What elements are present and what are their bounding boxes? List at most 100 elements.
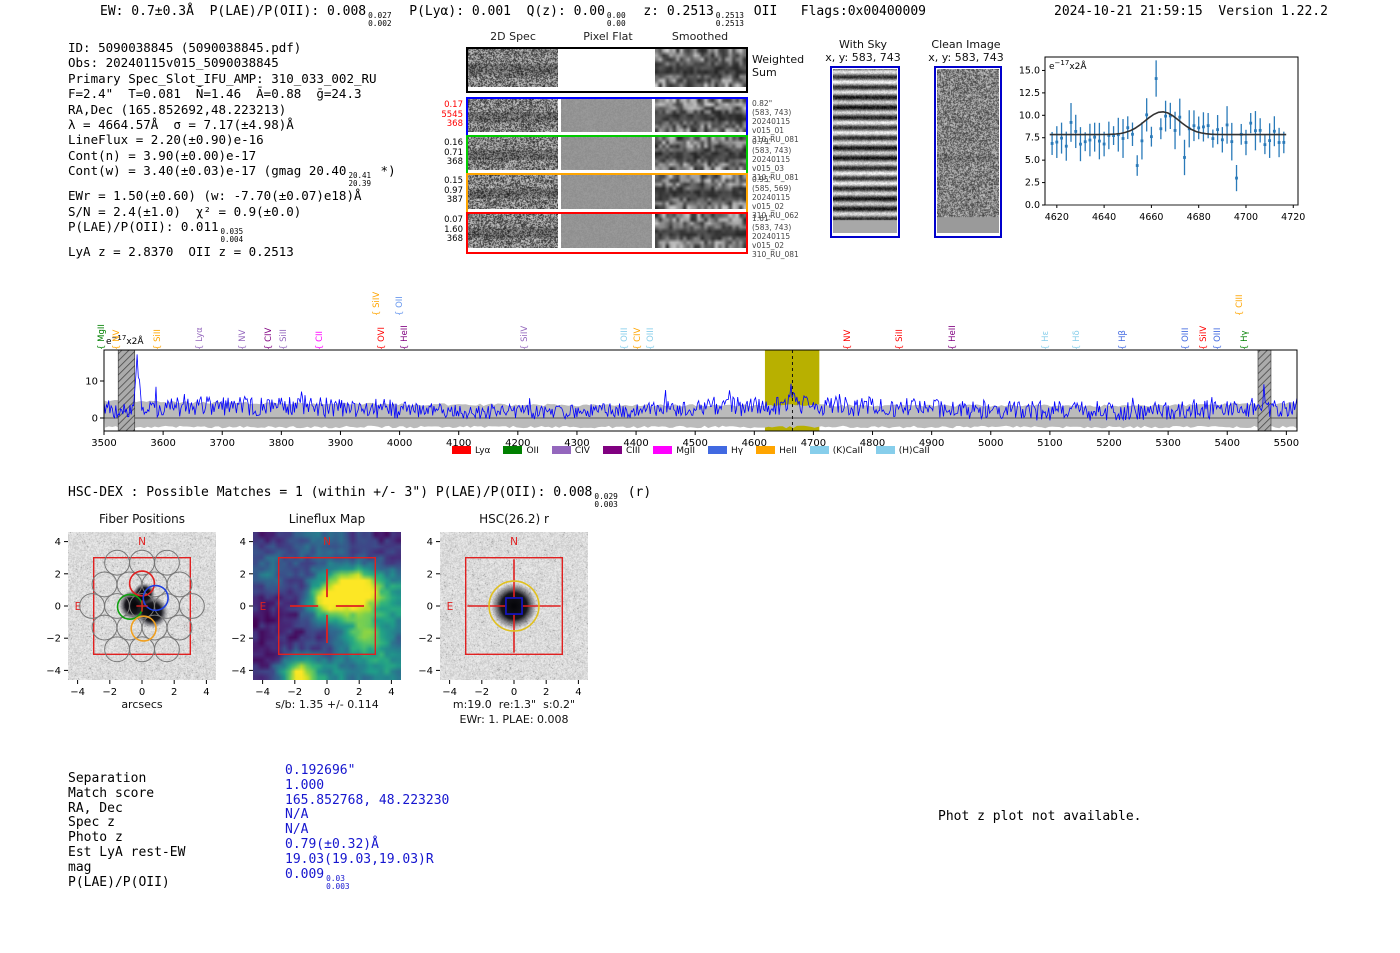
hsc-caption-params: m:19.0 re:1.3" s:0.2" xyxy=(452,698,576,711)
summary-header: EW: 0.7±0.3Å P(LAE)/P(OII): 0.008 0.027 0.… xyxy=(100,4,926,29)
svg-text:4640: 4640 xyxy=(1092,212,1116,223)
emission-line-label-hδ: { Hδ xyxy=(1071,330,1082,350)
legend-item-hcaii: (H)CaII xyxy=(875,446,930,456)
spec2d-column-header: 2D Spec xyxy=(490,30,536,43)
match-row-value: 1.000 xyxy=(285,777,325,793)
svg-text:0: 0 xyxy=(92,414,98,425)
svg-text:3900: 3900 xyxy=(328,438,353,449)
version-text: Version 1.22.2 xyxy=(1218,4,1328,19)
legend-item-civ: CIV xyxy=(551,446,590,456)
with-sky-coords: x, y: 583, 743 xyxy=(825,51,901,64)
hsc-r-cutout-plot: HSC(26.2) r 4 4 2 2 0 0 −2 −2 −4 −4 N Em:19.0 re:1.3… xyxy=(394,512,620,744)
emission-line-label-mgii: { MgII xyxy=(97,324,108,350)
svg-text:4700: 4700 xyxy=(1234,212,1258,223)
svg-text:−4: −4 xyxy=(231,666,246,677)
svg-text:2: 2 xyxy=(240,569,246,580)
superscript-subscript-value: 0.029 0.003 xyxy=(594,492,617,510)
line-fit-zoom-plot: 4620 4640 4660 4680 4700 4720 15.0 12.5 10.0 7.5 5… xyxy=(1000,45,1340,235)
svg-text:E: E xyxy=(260,601,267,613)
spec2d-image xyxy=(561,137,652,170)
legend-swatch xyxy=(503,446,523,454)
info-line: F=2.4" T=0.081 N̄=1.46 Ā=0.88 ḡ=24.3 xyxy=(68,86,362,102)
match-row-label: Photo z xyxy=(68,830,123,846)
spec2d-image xyxy=(655,49,746,87)
legend-item-h: Hγ xyxy=(708,446,743,456)
svg-text:4720: 4720 xyxy=(1281,212,1305,223)
emission-line-label-siii: { SiII xyxy=(278,329,289,350)
svg-text:4680: 4680 xyxy=(1187,212,1211,223)
svg-text:N: N xyxy=(323,536,331,548)
sub-value: 0.002 xyxy=(368,19,392,29)
sub-value: 0.00 xyxy=(606,19,626,29)
spec2d-row-left-labels: 0.17 5545 368 xyxy=(441,100,463,129)
emission-line-label-nv: { NV xyxy=(842,329,853,350)
match-row-value: N/A xyxy=(285,807,309,823)
svg-text:N: N xyxy=(138,536,146,548)
info-line: Primary Spec_Slot_IFU_AMP: 310_033_002_R… xyxy=(68,70,377,86)
svg-text:2: 2 xyxy=(427,569,433,580)
info-line: S/N = 2.4(±1.0) χ² = 0.9(±0.0) xyxy=(68,203,302,219)
svg-text:4: 4 xyxy=(575,687,581,698)
spec2d-image xyxy=(561,214,652,248)
elixer-report-page: EW: 0.7±0.3Å P(LAE)/P(OII): 0.008 0.027 0.… xyxy=(0,0,1400,953)
svg-text:3700: 3700 xyxy=(210,438,235,449)
legend-label: (H)CaII xyxy=(898,446,930,456)
svg-text:15.0: 15.0 xyxy=(1019,65,1040,76)
spec2d-image xyxy=(468,214,558,248)
legend-swatch xyxy=(809,446,829,454)
hsc-caption-plae: EWr: 1. PLAE: 0.008 xyxy=(459,713,569,726)
spec2d-row xyxy=(466,135,748,176)
with-sky-image xyxy=(833,69,897,233)
svg-text:4620: 4620 xyxy=(1045,212,1069,223)
match-row-label: P(LAE)/P(OII) xyxy=(68,874,170,890)
match-row-label: Separation xyxy=(68,771,147,786)
detection-info-block: ID: 5090038845 (5090038845.pdf) Obs: 2024… xyxy=(68,40,396,260)
legend-swatch xyxy=(875,446,895,454)
legend-label: HeII xyxy=(779,446,797,456)
emission-line-label-nv: { NV xyxy=(238,329,249,350)
legend-item-ly: Lyα xyxy=(452,446,490,456)
spec2d-column-header: Pixel Flat xyxy=(583,30,633,43)
svg-text:4660: 4660 xyxy=(1139,212,1163,223)
svg-text:−2: −2 xyxy=(474,687,489,698)
info-line: RA,Dec (165.852692,48.223213) xyxy=(68,101,287,117)
with-sky-title: With Sky x, y: 583, 743 xyxy=(810,38,916,64)
match-row-label: Est LyA rest-EW xyxy=(68,845,186,860)
emission-line-label-civ: { CIV xyxy=(264,327,275,350)
legend-swatch xyxy=(653,446,673,454)
superscript-subscript-value: 0.027 0.002 xyxy=(368,11,392,29)
emission-line-label-heii: { HeII xyxy=(399,325,410,350)
info-line: P(LAE)/P(OII): 0.011 0.035 0.004 xyxy=(68,219,244,245)
legend-item-heii: HeII xyxy=(756,446,797,456)
svg-text:4000: 4000 xyxy=(387,438,412,449)
emission-line-label-siiv: { SiIV xyxy=(520,325,531,350)
svg-text:10.0: 10.0 xyxy=(1019,110,1040,121)
sub-value: 0.004 xyxy=(220,235,244,245)
svg-text:0: 0 xyxy=(427,602,433,613)
svg-text:−2: −2 xyxy=(102,687,117,698)
spec2d-image xyxy=(468,99,558,132)
svg-text:4: 4 xyxy=(55,537,61,548)
legend-swatch xyxy=(602,446,622,454)
svg-text:−2: −2 xyxy=(231,634,246,645)
emission-line-label-siiv: { SiIV xyxy=(372,291,383,316)
spec2d-row xyxy=(466,173,748,215)
emission-line-label-civ: { CIV xyxy=(632,327,643,350)
legend-label: CIV xyxy=(574,446,590,456)
match-row-value: 0.79(±0.32)Å xyxy=(285,837,379,852)
exponent: −17 xyxy=(1054,59,1070,67)
svg-text:−4: −4 xyxy=(70,687,85,698)
spec2d-row-left-labels: 0.07 1.60 368 xyxy=(444,215,463,244)
sub-value: 0.003 xyxy=(326,881,350,891)
emission-line-label-siii: { SiII xyxy=(895,329,906,350)
svg-text:E: E xyxy=(447,601,454,613)
svg-text:3600: 3600 xyxy=(150,438,175,449)
svg-text:3500: 3500 xyxy=(91,438,116,449)
svg-text:0: 0 xyxy=(139,687,145,698)
with-sky-box xyxy=(830,66,900,238)
spec2d-image xyxy=(655,214,746,248)
svg-text:5500: 5500 xyxy=(1274,438,1299,449)
svg-text:12.5: 12.5 xyxy=(1019,88,1040,99)
info-line: ID: 5090038845 (5090038845.pdf) xyxy=(68,40,302,55)
legend-swatch xyxy=(452,446,471,454)
